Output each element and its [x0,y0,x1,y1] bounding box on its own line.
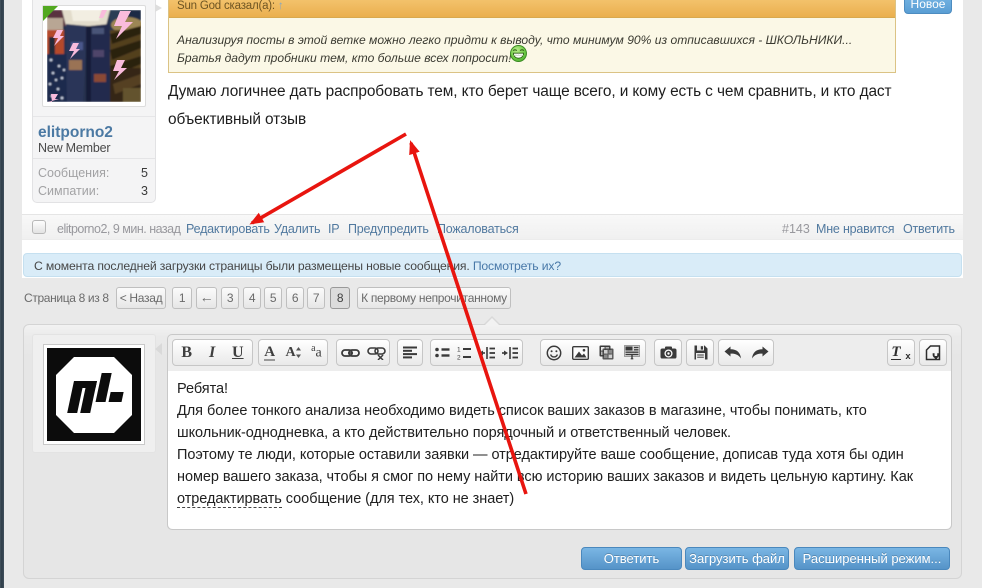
svg-text:2: 2 [457,354,461,360]
svg-text:1: 1 [457,346,461,353]
